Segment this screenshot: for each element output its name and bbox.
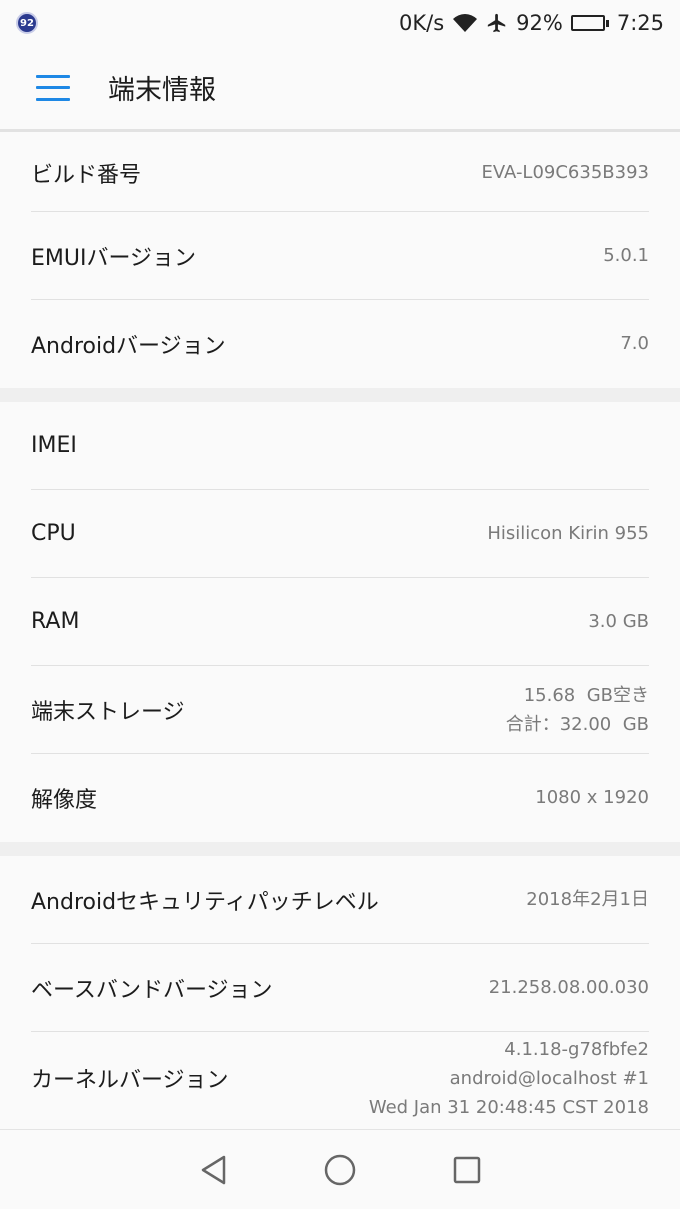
row-label: Androidセキュリティパッチレベル: [31, 889, 379, 915]
wifi-icon: [452, 12, 478, 34]
settings-list: ビルド番号 EVA-L09C635B393 EMUIバージョン 5.0.1 An…: [0, 134, 680, 1124]
section-divider: [0, 388, 680, 402]
home-icon[interactable]: [320, 1150, 360, 1190]
row-value: Hisilicon Kirin 955: [487, 522, 649, 544]
settings-row-kernel-version[interactable]: カーネルバージョン 4.1.18-g78fbfe2 android@localh…: [31, 1032, 649, 1124]
row-value: 1080 x 1920: [535, 787, 649, 808]
notification-badge: 92: [16, 12, 38, 34]
app-bar: 端末情報: [0, 46, 680, 132]
row-value: 3.0 GB: [588, 610, 649, 632]
status-bar: 92 0K/s 92% 7:25: [0, 0, 680, 46]
row-value: EVA-L09C635B393: [481, 161, 649, 183]
battery-percent: 92%: [516, 11, 563, 35]
settings-row-baseband-version[interactable]: ベースバンドバージョン 21.258.08.00.030: [31, 944, 649, 1032]
row-label: 端末ストレージ: [31, 699, 185, 725]
row-label: IMEI: [31, 433, 77, 458]
settings-row-resolution[interactable]: 解像度 1080 x 1920: [31, 754, 649, 842]
settings-section-3: Androidセキュリティパッチレベル 2018年2月1日 ベースバンドバージョ…: [0, 856, 680, 1124]
settings-section-2: IMEI CPU Hisilicon Kirin 955 RAM 3.0 GB …: [0, 402, 680, 842]
settings-row-build-number[interactable]: ビルド番号 EVA-L09C635B393: [31, 134, 649, 212]
kernel-line-2: android@localhost #1: [449, 1067, 649, 1089]
settings-row-cpu[interactable]: CPU Hisilicon Kirin 955: [31, 490, 649, 578]
row-label: ベースバンドバージョン: [31, 977, 273, 1003]
row-value: 21.258.08.00.030: [488, 976, 649, 998]
settings-row-imei[interactable]: IMEI: [31, 402, 649, 490]
row-label: ビルド番号: [31, 162, 142, 188]
section-divider: [0, 842, 680, 856]
status-indicators: 0K/s 92% 7:25: [399, 11, 664, 35]
row-value: 2018年2月1日: [526, 888, 649, 910]
menu-icon[interactable]: [36, 74, 70, 101]
settings-section-1: ビルド番号 EVA-L09C635B393 EMUIバージョン 5.0.1 An…: [0, 134, 680, 388]
battery-icon: [570, 15, 609, 31]
row-label: 解像度: [31, 788, 98, 813]
row-value: 5.0.1: [603, 244, 649, 266]
row-label: EMUIバージョン: [31, 245, 197, 271]
page-title: 端末情報: [108, 75, 216, 106]
clock: 7:25: [616, 11, 664, 35]
kernel-line-3: Wed Jan 31 20:48:45 CST 2018: [368, 1096, 649, 1118]
row-value: 7.0: [620, 333, 649, 354]
airplane-icon: [486, 12, 508, 34]
navigation-bar: [0, 1129, 680, 1209]
row-value: 4.1.18-g78fbfe2 android@localhost #1 Wed…: [369, 1035, 649, 1122]
settings-row-storage[interactable]: 端末ストレージ 15.68 GB空き 合計：32.00 GB: [31, 666, 649, 754]
kernel-line-1: 4.1.18-g78fbfe2: [504, 1038, 649, 1060]
net-speed: 0K/s: [398, 11, 445, 35]
settings-row-ram[interactable]: RAM 3.0 GB: [31, 578, 649, 666]
row-label: CPU: [31, 521, 76, 546]
row-label: カーネルバージョン: [31, 1068, 229, 1093]
back-icon[interactable]: [193, 1150, 233, 1190]
storage-free: 15.68 GB空き: [523, 684, 649, 706]
settings-row-emui-version[interactable]: EMUIバージョン 5.0.1: [31, 212, 649, 300]
about-phone-screen: 92 0K/s 92% 7:25 端末情報 ビルド番号 EVA-L09C635B…: [0, 0, 680, 1209]
storage-total: 合計：32.00 GB: [505, 713, 649, 735]
settings-row-security-patch[interactable]: Androidセキュリティパッチレベル 2018年2月1日: [31, 856, 649, 944]
row-value: 15.68 GB空き 合計：32.00 GB: [506, 681, 649, 739]
row-label: Androidバージョン: [31, 334, 226, 359]
settings-row-android-version[interactable]: Androidバージョン 7.0: [31, 300, 649, 388]
recents-icon[interactable]: [447, 1150, 487, 1190]
row-label: RAM: [31, 609, 80, 634]
